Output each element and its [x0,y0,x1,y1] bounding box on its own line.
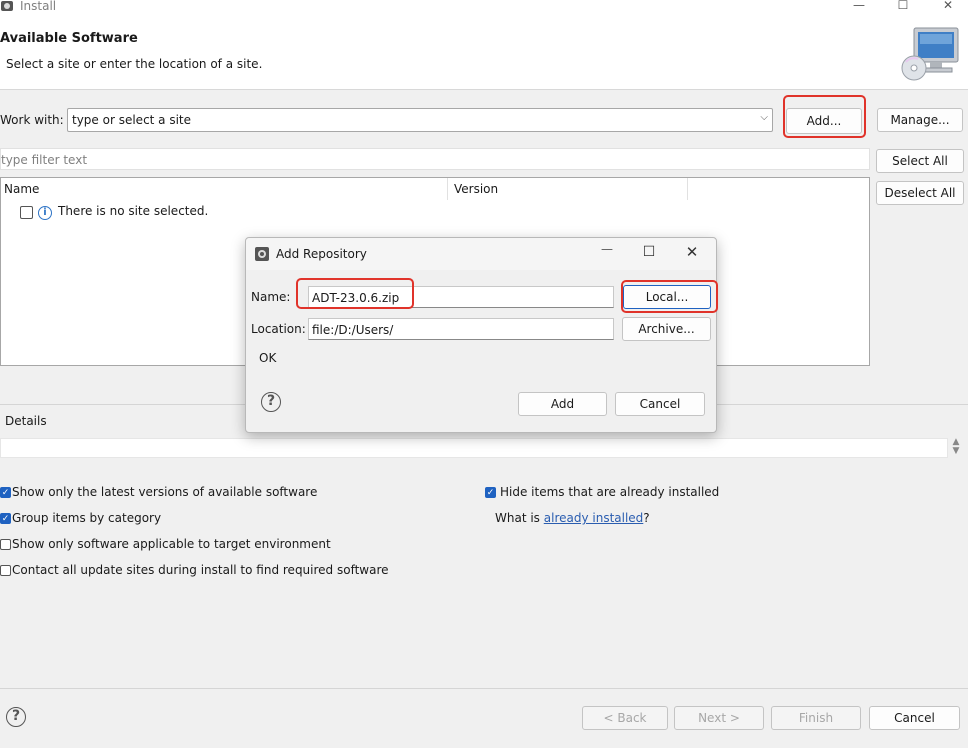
status-message: OK [259,351,277,365]
minimize-icon[interactable]: — [597,242,617,256]
eclipse-app-icon [255,247,269,261]
page-title: Available Software [0,31,138,46]
dialog-title: Add Repository [276,247,367,261]
filter-placeholder: type filter text [1,153,88,167]
divider [0,688,968,689]
cancel-button[interactable]: Cancel [869,706,960,730]
next-button[interactable]: Next > [674,706,764,730]
group-by-category-checkbox[interactable]: ✓ [0,513,11,524]
details-scrollbar[interactable]: ▲ ▼ [950,438,962,458]
dialog-titlebar: Add Repository — ☐ ✕ [246,238,716,270]
finish-button[interactable]: Finish [771,706,861,730]
maximize-icon[interactable]: ☐ [893,0,913,12]
hide-installed-label[interactable]: Hide items that are already installed [500,485,719,499]
back-button[interactable]: < Back [582,706,668,730]
empty-table-message: There is no site selected. [58,204,209,218]
location-field-value: file:/D:/Users/ [312,323,394,337]
location-field[interactable]: file:/D:/Users/ [308,318,614,340]
maximize-icon[interactable]: ☐ [639,244,659,260]
computer-cd-icon [901,27,959,81]
location-label: Location: [251,322,306,336]
close-icon[interactable]: ✕ [682,243,702,261]
name-label: Name: [251,290,291,304]
eclipse-app-icon [1,1,13,11]
add-site-button[interactable]: Add... [786,108,862,134]
details-label: Details [5,414,47,428]
work-with-label: Work with: [0,113,64,127]
site-combo-value: type or select a site [72,113,192,127]
hide-installed-checkbox[interactable]: ✓ [485,487,496,498]
local-button-highlight [621,280,718,313]
minimize-icon[interactable]: — [849,0,869,12]
show-latest-checkbox[interactable]: ✓ [0,487,11,498]
what-is-text: What is already installed? [495,511,650,525]
column-header-name[interactable]: Name [4,182,39,196]
dialog-cancel-button[interactable]: Cancel [615,392,705,416]
help-icon[interactable]: ? [6,707,26,727]
dialog-add-button[interactable]: Add [518,392,607,416]
wizard-header [0,20,968,90]
details-text-area[interactable] [0,438,948,458]
site-combo-box[interactable]: type or select a site ⌵ [67,108,773,132]
column-divider [447,178,448,200]
filter-input[interactable]: type filter text [0,148,870,170]
select-all-button[interactable]: Select All [876,149,964,173]
add-repository-dialog: Add Repository — ☐ ✕ Name: ADT-23.0.6.zi… [245,237,718,433]
group-by-category-label[interactable]: Group items by category [12,511,161,525]
window-titlebar: Install — ☐ ✕ [0,0,968,20]
name-field-highlight [296,278,414,309]
show-applicable-checkbox[interactable] [0,539,11,550]
page-subtitle: Select a site or enter the location of a… [6,57,263,71]
manage-button[interactable]: Manage... [877,108,963,132]
contact-all-checkbox[interactable] [0,565,11,576]
contact-all-label[interactable]: Contact all update sites during install … [12,563,389,577]
show-applicable-label[interactable]: Show only software applicable to target … [12,537,331,551]
help-icon[interactable]: ? [261,392,281,412]
chevron-down-icon[interactable]: ⌵ [760,112,768,123]
archive-button[interactable]: Archive... [622,317,711,341]
close-icon[interactable]: ✕ [938,0,958,12]
deselect-all-button[interactable]: Deselect All [876,181,964,205]
column-divider [687,178,688,200]
what-is-prefix: What is [495,511,544,525]
window-title: Install [20,0,57,13]
info-icon: i [38,206,52,220]
show-latest-label[interactable]: Show only the latest versions of availab… [12,485,317,499]
already-installed-link[interactable]: already installed [544,511,644,525]
row-checkbox[interactable] [20,206,33,219]
column-header-version[interactable]: Version [454,182,498,196]
what-is-suffix: ? [643,511,650,525]
